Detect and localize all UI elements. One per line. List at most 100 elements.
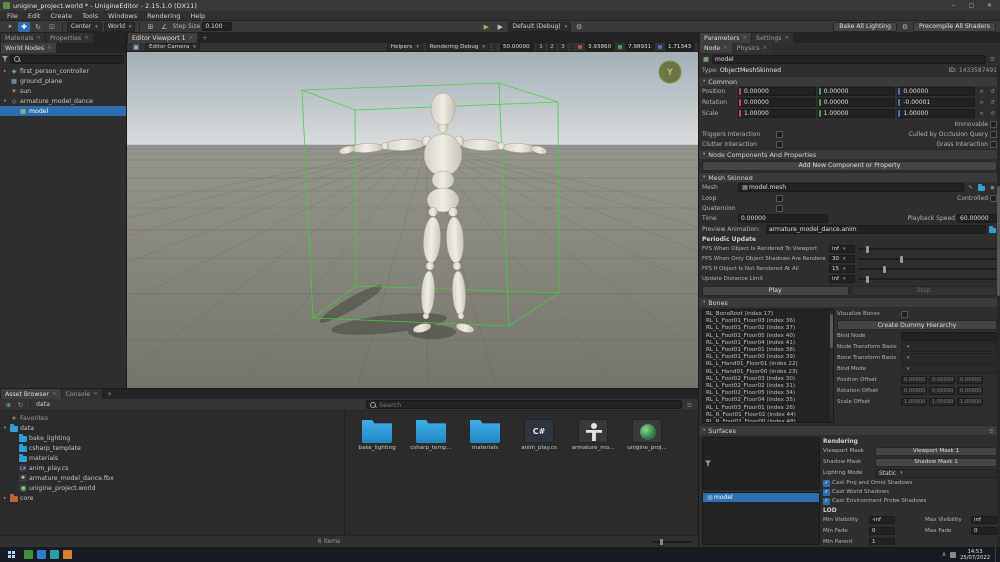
asset-tree-item[interactable]: materials <box>0 453 344 463</box>
thumbnail-zoom-slider[interactable] <box>652 538 692 545</box>
tray-icon[interactable] <box>950 551 957 558</box>
asset-grid-item[interactable]: C# anim_play.cs <box>517 419 561 451</box>
shadow-mask-button[interactable]: Shadow Mask 1 <box>875 457 997 467</box>
node-tree-item[interactable]: ▾ armature_model_dance <box>0 96 126 106</box>
asset-tree-item[interactable]: anim_play.cs <box>0 463 344 473</box>
asset-grid-item[interactable]: unigine_proj... <box>625 419 669 451</box>
taskbar-app-icon[interactable] <box>50 550 59 559</box>
section-mesh-skinned[interactable]: Mesh Skinned <box>699 172 1000 182</box>
select-tool-icon[interactable] <box>4 22 16 32</box>
fps-value-dropdown[interactable]: inf <box>829 245 855 253</box>
speed-preset-3[interactable]: 3 <box>559 43 567 51</box>
max-visibility-field[interactable]: inf <box>971 516 997 524</box>
cast-env-probe-checkbox[interactable] <box>823 497 830 505</box>
max-fade-field[interactable]: 0 <box>971 527 997 535</box>
immovable-checkbox[interactable] <box>990 120 997 128</box>
position-y-field[interactable]: 0.00000 <box>817 87 896 96</box>
speed-preset-2[interactable]: 2 <box>548 43 556 51</box>
tab-world-nodes[interactable]: World Nodes <box>1 43 56 53</box>
scene-svg[interactable]: Y <box>127 52 698 388</box>
panel-tab[interactable]: Properties <box>45 33 93 43</box>
bone-item[interactable]: RL_R_Foot02_Floor00 (index 48) <box>706 419 830 422</box>
create-dummy-hierarchy-button[interactable]: Create Dummy Hierarchy <box>837 320 997 330</box>
tab-console[interactable]: Console <box>61 389 102 399</box>
bones-scrollbar[interactable] <box>830 310 833 422</box>
menu-item[interactable]: Windows <box>103 12 142 20</box>
view-options-icon[interactable] <box>685 400 694 409</box>
asset-tree-item[interactable]: csharp_template <box>0 443 344 453</box>
bind-node-field[interactable] <box>901 331 997 341</box>
position-z-field[interactable]: 0.00000 <box>897 87 976 96</box>
min-visibility-field[interactable]: -inf <box>869 516 895 524</box>
surfaces-menu-icon[interactable] <box>987 426 996 435</box>
grass-interaction-checkbox[interactable] <box>990 140 997 148</box>
scale-x-field[interactable]: 1.00000 <box>738 109 816 118</box>
node-name-field[interactable]: model <box>712 54 986 64</box>
browse-animation-icon[interactable] <box>989 225 996 233</box>
asset-tree-item[interactable]: ▾ data <box>0 423 344 433</box>
view-mesh-icon[interactable] <box>988 183 997 192</box>
mesh-field[interactable]: model.mesh <box>738 183 964 192</box>
fps-slider[interactable] <box>858 265 997 273</box>
maximize-button[interactable] <box>964 0 979 11</box>
bone-item[interactable]: RL_L_Foot03_Floor01 (index 26) <box>706 405 830 412</box>
position-x-field[interactable]: 0.00000 <box>738 87 816 96</box>
run-settings-gear-icon[interactable] <box>573 22 585 32</box>
min-fade-field[interactable]: 0 <box>869 527 895 535</box>
bone-item[interactable]: RL_R_Foot01_Floor02 (index 44) <box>706 412 830 419</box>
tab-physics[interactable]: Physics <box>732 43 772 53</box>
viewport-mask-button[interactable]: Viewport Mask 1 <box>875 446 997 456</box>
bone-item[interactable]: RL_L_Foot01_Floor05 (index 40) <box>706 333 830 340</box>
triggers-interaction-checkbox[interactable] <box>776 130 783 138</box>
link-icon[interactable] <box>977 109 986 118</box>
clutter-interaction-checkbox[interactable] <box>776 140 783 148</box>
menu-item[interactable]: Help <box>185 12 210 20</box>
bone-item[interactable]: RL_L_Foot01_Floor03 (index 36) <box>706 318 830 325</box>
camera-icon[interactable] <box>130 42 142 52</box>
basis-dropdown[interactable]: World <box>103 21 136 32</box>
menu-item[interactable]: Edit <box>23 12 46 20</box>
viewport-scene[interactable]: Y <box>127 52 698 388</box>
helpers-dropdown[interactable]: Helpers <box>386 43 423 51</box>
asset-grid-item[interactable]: armature_mo... <box>571 419 615 451</box>
fps-slider[interactable] <box>858 245 997 253</box>
link-icon[interactable] <box>977 98 986 107</box>
nodes-search-input[interactable] <box>10 54 124 64</box>
precompile-shaders-button[interactable]: Precompile All Shaders <box>913 21 996 32</box>
filter-icon[interactable] <box>2 56 8 63</box>
rotation-z-field[interactable]: -0.00001 <box>897 98 976 107</box>
asset-grid-item[interactable]: csharp_temp... <box>409 419 453 451</box>
node-tree-item[interactable]: sun <box>0 86 126 96</box>
bone-item[interactable]: RL_L_Foot01_Floor02 (index 37) <box>706 325 830 332</box>
minimize-button[interactable] <box>946 0 961 11</box>
camera-speed-field[interactable]: 50.00000 <box>500 43 534 51</box>
node-tree-item[interactable]: model <box>0 106 126 116</box>
controlled-checkbox[interactable] <box>990 194 997 202</box>
camera-dropdown[interactable]: Editor Camera <box>145 43 200 51</box>
snap-toggle-icon[interactable] <box>144 22 156 32</box>
fps-slider[interactable] <box>858 255 997 263</box>
camera-pos-y[interactable]: 7.98931 <box>625 43 655 51</box>
tab-asset-browser[interactable]: Asset Browser <box>1 389 61 399</box>
bone-item[interactable]: RL_L_Hand01_Floor01 (index 22) <box>706 361 830 368</box>
cast-proj-omni-checkbox[interactable] <box>823 479 830 487</box>
pivot-dropdown[interactable]: Center <box>67 21 102 32</box>
step-size-field[interactable]: 0.100 <box>202 22 233 31</box>
bone-item[interactable]: RL_L_Foot02_Floor02 (index 31) <box>706 383 830 390</box>
surface-item[interactable]: model <box>703 493 819 502</box>
menu-item[interactable]: Tools <box>77 12 103 20</box>
fps-value-dropdown[interactable]: 30 <box>829 255 855 263</box>
section-bones[interactable]: Bones <box>699 297 1000 307</box>
build-config-dropdown[interactable]: Default (Debug) <box>508 21 572 32</box>
menu-item[interactable]: Create <box>45 12 77 20</box>
asset-grid-item[interactable]: bake_lighting <box>355 419 399 451</box>
rotate-tool-icon[interactable] <box>32 22 44 32</box>
speed-preset-1[interactable]: 1 <box>537 43 545 51</box>
add-panel-button[interactable] <box>103 389 116 399</box>
asset-search-input[interactable]: Search <box>365 400 682 409</box>
visualize-bones-checkbox[interactable] <box>901 310 908 318</box>
browse-mesh-icon[interactable] <box>978 183 985 191</box>
tab-node[interactable]: Node <box>700 43 732 53</box>
loop-checkbox[interactable] <box>776 194 783 202</box>
play-animation-button[interactable]: Play <box>702 285 849 296</box>
